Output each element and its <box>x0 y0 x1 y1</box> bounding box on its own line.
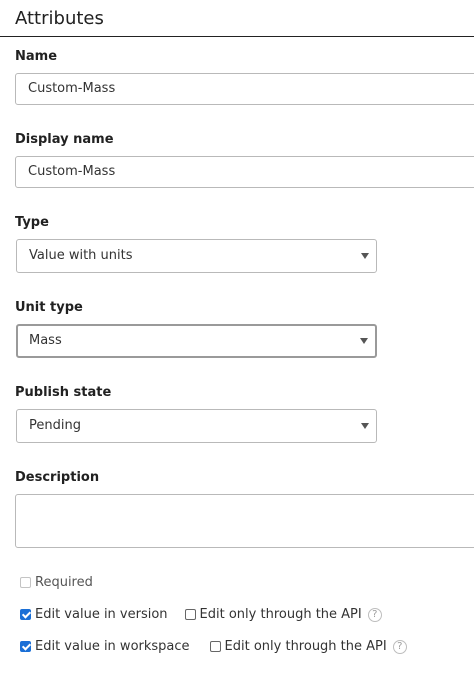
type-label: Type <box>15 215 49 230</box>
version-options-row: Edit value in version Edit only through … <box>20 607 382 622</box>
workspace-api-only-option[interactable]: Edit only through the API <box>209 639 387 654</box>
description-label: Description <box>15 470 100 485</box>
edit-in-workspace-option[interactable]: Edit value in workspace <box>20 639 190 654</box>
chevron-down-icon <box>361 423 369 429</box>
version-api-only-checkbox[interactable] <box>184 609 196 620</box>
display-name-input[interactable]: Custom-Mass <box>15 156 474 188</box>
workspace-api-only-checkbox[interactable] <box>209 641 221 652</box>
required-label: Required <box>35 575 93 590</box>
name-input[interactable]: Custom-Mass <box>15 73 474 105</box>
edit-in-workspace-checkbox[interactable] <box>20 641 31 652</box>
description-textarea[interactable] <box>15 494 474 548</box>
workspace-api-only-label[interactable]: Edit only through the API <box>225 639 387 654</box>
unit-type-select-value: Mass <box>29 333 62 348</box>
edit-in-version-option[interactable]: Edit value in version <box>20 607 168 622</box>
publish-state-select-value: Pending <box>29 418 81 433</box>
publish-state-select[interactable]: Pending <box>16 409 377 443</box>
type-select[interactable]: Value with units <box>16 239 377 273</box>
required-row: Required <box>20 575 93 590</box>
version-api-only-label[interactable]: Edit only through the API <box>200 607 362 622</box>
version-api-only-option[interactable]: Edit only through the API <box>184 607 362 622</box>
edit-in-version-checkbox[interactable] <box>20 609 31 620</box>
required-option: Required <box>20 575 93 590</box>
panel-title: Attributes <box>15 8 104 29</box>
title-divider <box>0 36 474 37</box>
display-name-label: Display name <box>15 132 114 147</box>
type-select-value: Value with units <box>29 248 133 263</box>
edit-in-version-label[interactable]: Edit value in version <box>35 607 168 622</box>
workspace-options-row: Edit value in workspace Edit only throug… <box>20 639 407 654</box>
chevron-down-icon <box>361 253 369 259</box>
publish-state-label: Publish state <box>15 385 112 400</box>
edit-in-workspace-label[interactable]: Edit value in workspace <box>35 639 190 654</box>
name-label: Name <box>15 49 58 64</box>
unit-type-select[interactable]: Mass <box>16 324 377 358</box>
chevron-down-icon <box>360 338 368 344</box>
help-icon[interactable]: ? <box>367 607 382 622</box>
help-icon[interactable]: ? <box>392 639 407 654</box>
required-checkbox <box>20 577 31 588</box>
unit-type-label: Unit type <box>15 300 83 315</box>
